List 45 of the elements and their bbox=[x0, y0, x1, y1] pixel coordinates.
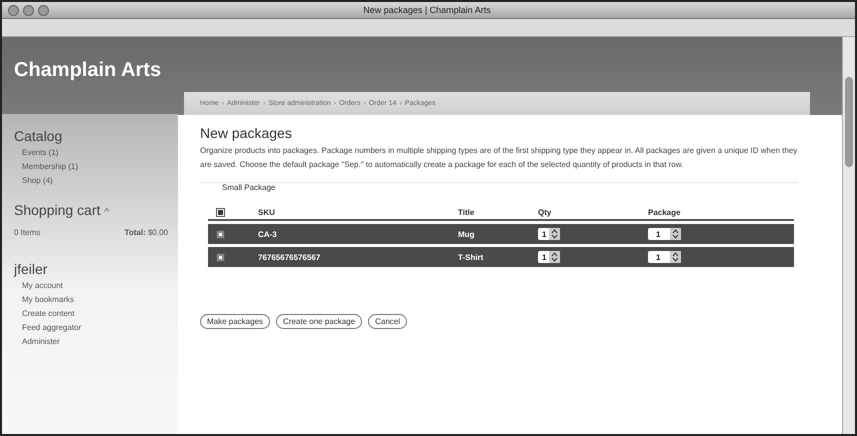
quantity-spinner[interactable]: 1 bbox=[538, 251, 560, 264]
column-header: Qty bbox=[538, 208, 552, 218]
total-label: Total: bbox=[124, 228, 146, 237]
table-cell: T-Shirt bbox=[458, 252, 484, 262]
quantity-spinner[interactable]: 1 bbox=[538, 228, 560, 240]
block-title: jfeiler bbox=[14, 261, 48, 277]
block-title: Catalog bbox=[14, 128, 64, 144]
close-button[interactable] bbox=[8, 4, 19, 16]
scrollbar[interactable] bbox=[842, 37, 855, 434]
menu-link[interactable]: Create content bbox=[22, 309, 74, 318]
menu-link[interactable]: Shop (4) bbox=[22, 176, 53, 185]
block-title: Shopping cart bbox=[14, 202, 100, 218]
column-header: SKU bbox=[258, 208, 275, 218]
zoom-button[interactable] bbox=[38, 4, 49, 16]
table-cell: 76765676576567 bbox=[258, 252, 320, 262]
form-button[interactable]: Make packages bbox=[200, 314, 270, 330]
menu-link[interactable]: Feed aggregator bbox=[22, 323, 82, 332]
package-select[interactable]: 1 bbox=[648, 251, 682, 264]
table-cell: CA-3 bbox=[258, 230, 277, 239]
column-header: Title bbox=[458, 208, 474, 218]
description-text: Organize products into packages. Package numbers in multiple shipping types are of the first shipping type they appear in. All packages are given a unique ID when they are saved. Choose the default package "Sep." to automatically create a package for each of the selected quantity of products in that row. bbox=[200, 145, 798, 171]
stepper-arrows-icon[interactable] bbox=[551, 252, 558, 262]
minimize-button[interactable] bbox=[23, 4, 34, 16]
package-select[interactable]: 1 bbox=[648, 228, 682, 240]
cart-items: 0 Items bbox=[14, 228, 40, 237]
collapse-toggle[interactable]: ^ bbox=[104, 207, 110, 218]
site-name[interactable]: Champlain Arts bbox=[14, 59, 162, 82]
window-title: New packages | Champlain Arts bbox=[362, 5, 492, 15]
menu-link[interactable]: My bookmarks bbox=[22, 295, 74, 304]
stepper-arrows-icon[interactable] bbox=[672, 229, 680, 240]
form-button[interactable]: Create one package bbox=[276, 314, 362, 330]
column-header: Package bbox=[648, 208, 680, 218]
form-button[interactable]: Cancel bbox=[368, 314, 407, 330]
table-cell: Mug bbox=[458, 230, 474, 239]
stepper-arrows-icon[interactable] bbox=[672, 252, 680, 262]
menu-link[interactable]: Administer bbox=[22, 337, 60, 346]
page-title: New packages bbox=[200, 125, 293, 141]
menu-link[interactable]: Events (1) bbox=[22, 148, 58, 157]
select-all-checkbox[interactable] bbox=[216, 208, 225, 218]
stepper-arrows-icon[interactable] bbox=[551, 229, 558, 240]
cart-total: $0.00 bbox=[148, 228, 168, 237]
row-checkbox[interactable] bbox=[216, 253, 225, 262]
menu-link[interactable]: My account bbox=[22, 281, 63, 290]
menu-link[interactable]: Membership (1) bbox=[22, 162, 78, 171]
row-checkbox[interactable] bbox=[216, 230, 225, 240]
